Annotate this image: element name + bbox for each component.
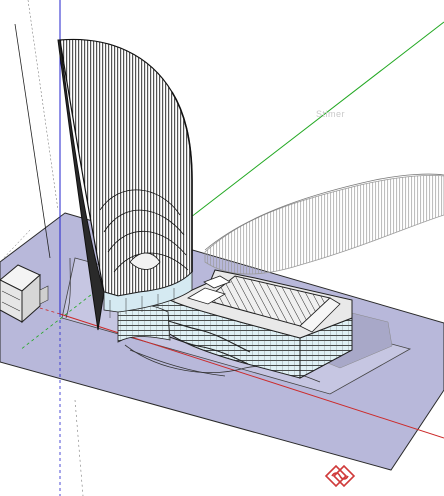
- tower-shadow: [204, 175, 444, 275]
- model-viewport[interactable]: Stimer: [0, 0, 444, 496]
- diamond-swirl-logo-icon: [324, 464, 356, 488]
- guide-line: [14, 23, 51, 259]
- 3d-scene: [0, 0, 444, 496]
- guide-line: [74, 399, 84, 496]
- guide-line: [27, 0, 59, 211]
